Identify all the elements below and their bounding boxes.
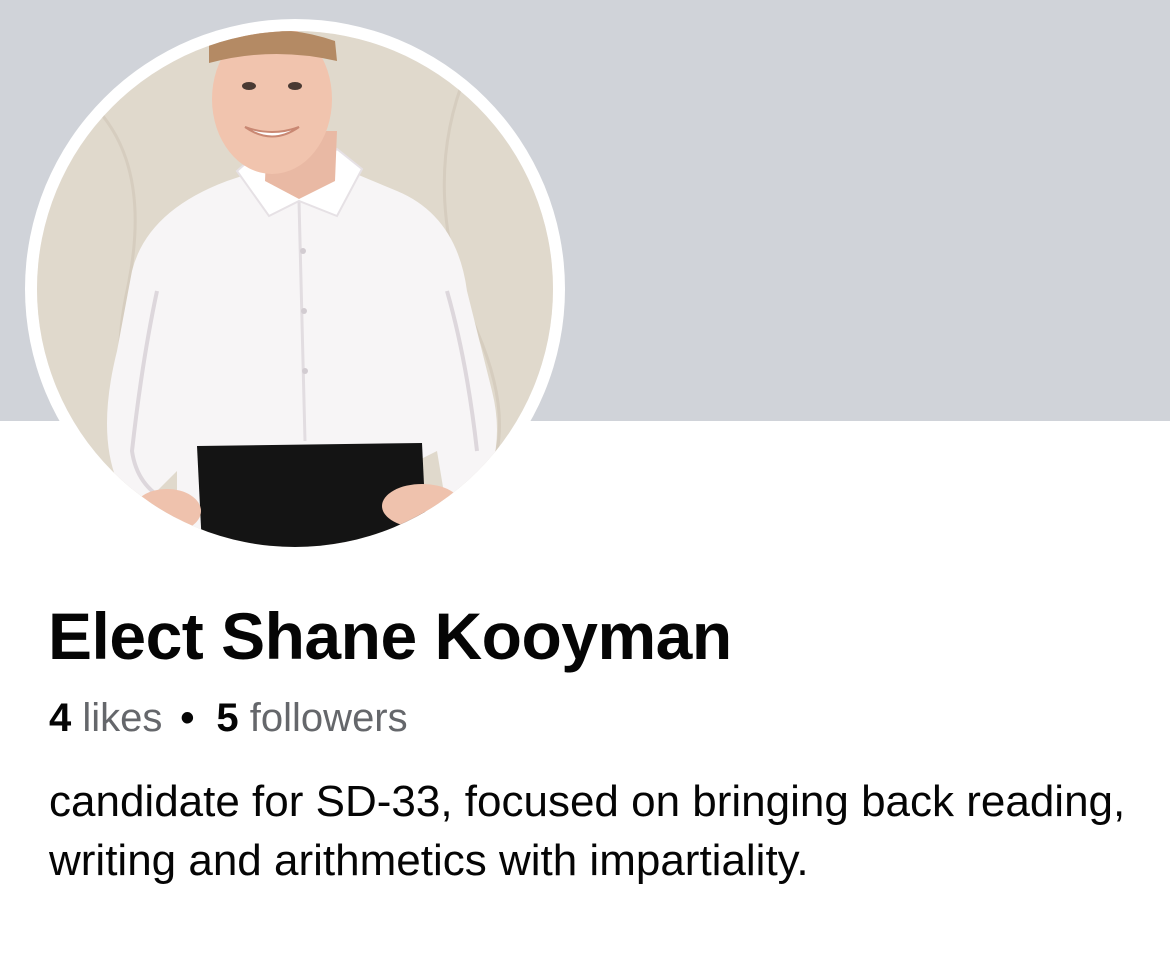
likes-count: 4 [49, 696, 72, 740]
followers-count: 5 [216, 696, 239, 740]
profile-bio: candidate for SD-33, focused on bringing… [49, 777, 1126, 885]
stats-separator: • [180, 696, 195, 740]
page-title: Elect Shane Kooyman [48, 599, 732, 673]
profile-photo [37, 31, 553, 547]
likes-link[interactable]: 4 likes [49, 696, 162, 740]
followers-label: followers [249, 696, 408, 740]
followers-link[interactable]: 5 followers [216, 696, 407, 740]
profile-stats: 4 likes • 5 followers [49, 694, 408, 742]
profile-page: Elect Shane Kooyman 4 likes • 5 followers … [0, 0, 1170, 977]
person-photo-illustration [37, 31, 553, 547]
profile-avatar[interactable] [25, 19, 565, 559]
likes-label: likes [82, 696, 163, 740]
